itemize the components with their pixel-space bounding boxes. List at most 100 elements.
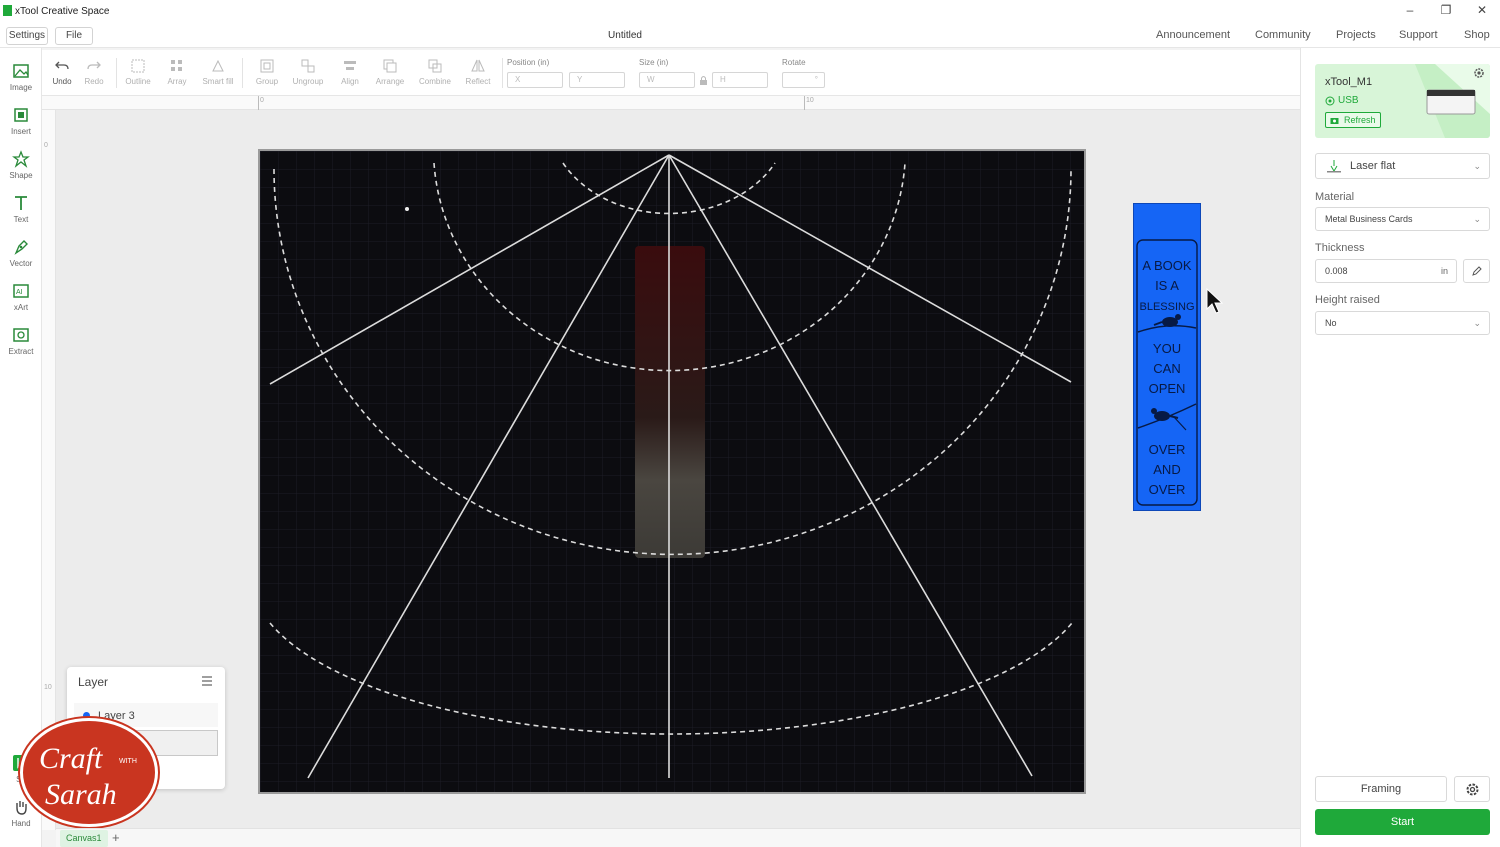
insert-icon bbox=[14, 108, 28, 122]
camera-preview[interactable] bbox=[258, 149, 1086, 794]
restore-button[interactable]: ❐ bbox=[1436, 3, 1456, 17]
bird-on-branch-icon bbox=[1137, 314, 1197, 333]
sidebar-item-shape[interactable]: Shape bbox=[0, 150, 42, 180]
thickness-input[interactable]: 0.008 in bbox=[1315, 259, 1457, 283]
tab-canvas1[interactable]: Canvas1 bbox=[60, 830, 108, 847]
height-raised-select[interactable]: No ⌄ bbox=[1315, 311, 1490, 335]
camera-guides bbox=[260, 151, 1084, 792]
array-button[interactable]: Array bbox=[159, 58, 195, 86]
advanced-settings-button[interactable] bbox=[1454, 776, 1490, 802]
position-y-input[interactable]: Y bbox=[569, 72, 625, 88]
sidebar-label: Insert bbox=[10, 127, 31, 136]
gear-icon bbox=[1466, 783, 1479, 796]
group-button[interactable]: Group bbox=[249, 58, 285, 86]
redo-icon bbox=[87, 61, 101, 70]
sidebar-item-text[interactable]: Text bbox=[0, 194, 42, 224]
outline-icon bbox=[131, 59, 145, 73]
lock-icon[interactable] bbox=[699, 75, 708, 86]
logo-artwork: Craft WITH Sarah bbox=[39, 742, 137, 811]
ungroup-button[interactable]: Ungroup bbox=[290, 58, 326, 86]
sidebar-label: xArt bbox=[13, 303, 29, 312]
thickness-label: Thickness bbox=[1315, 242, 1365, 254]
framing-button[interactable]: Framing bbox=[1315, 776, 1447, 802]
bookmark-line: YOU bbox=[1153, 341, 1181, 356]
group-icon bbox=[260, 59, 274, 73]
ruler-tick-label: 0 bbox=[44, 142, 48, 149]
bird-on-branch-icon bbox=[1137, 403, 1197, 431]
sidebar-item-xart[interactable]: AI xArt bbox=[0, 282, 42, 312]
size-h-input[interactable]: H bbox=[712, 72, 768, 88]
refresh-label: Refresh bbox=[1344, 115, 1376, 125]
settings-button[interactable]: Settings bbox=[6, 27, 48, 45]
position-x-input[interactable]: X bbox=[507, 72, 563, 88]
nav-announcement[interactable]: Announcement bbox=[1156, 29, 1230, 41]
redo-button[interactable]: Redo bbox=[76, 58, 112, 86]
size-w-input[interactable]: W bbox=[639, 72, 695, 88]
sidebar-label: Image bbox=[9, 83, 33, 92]
laser-flat-icon bbox=[1327, 160, 1341, 173]
undo-icon bbox=[55, 61, 69, 70]
text-icon bbox=[15, 196, 27, 210]
nav-support[interactable]: Support bbox=[1399, 29, 1438, 41]
ruler-tick-label: 10 bbox=[44, 684, 52, 691]
reflect-button[interactable]: Reflect bbox=[460, 58, 496, 86]
nav-shop[interactable]: Shop bbox=[1464, 29, 1490, 41]
file-button[interactable]: File bbox=[55, 27, 93, 45]
smart-fill-icon bbox=[212, 59, 224, 72]
device-settings-icon[interactable] bbox=[1473, 67, 1485, 79]
extract-icon bbox=[13, 328, 29, 342]
rotate-input[interactable]: ° bbox=[782, 72, 825, 88]
minimize-button[interactable]: – bbox=[1400, 3, 1420, 17]
align-icon bbox=[344, 61, 356, 70]
ruler-tick-label: 0 bbox=[260, 97, 264, 104]
chevron-down-icon: ⌄ bbox=[1473, 161, 1481, 171]
outline-button[interactable]: Outline bbox=[120, 58, 156, 86]
svg-text:AI: AI bbox=[16, 289, 23, 296]
processing-mode-value: Laser flat bbox=[1350, 160, 1396, 172]
align-button[interactable]: Align bbox=[332, 58, 368, 86]
arrange-icon bbox=[383, 59, 397, 73]
tool-label: Align bbox=[341, 77, 359, 86]
tool-label: Reflect bbox=[465, 77, 491, 86]
position-label: Position (in) bbox=[507, 58, 550, 67]
undo-button[interactable]: Undo bbox=[44, 58, 80, 86]
pen-icon bbox=[14, 240, 28, 255]
canvas-tab-bar: Canvas1 + bbox=[56, 828, 1300, 847]
start-button[interactable]: Start bbox=[1315, 809, 1490, 835]
sidebar-item-vector[interactable]: Vector bbox=[0, 238, 42, 268]
add-canvas-button[interactable]: + bbox=[112, 830, 120, 845]
combine-button[interactable]: Combine bbox=[417, 58, 453, 86]
thickness-value: 0.008 bbox=[1325, 266, 1348, 276]
refresh-button[interactable]: Refresh bbox=[1325, 112, 1381, 128]
bookmark-design[interactable]: A BOOK IS A BLESSING YOU CAN OPEN OVER A… bbox=[1133, 203, 1201, 511]
sidebar-item-insert[interactable]: Insert bbox=[0, 106, 42, 136]
thickness-unit: in bbox=[1440, 266, 1448, 276]
document-title: Untitled bbox=[608, 30, 642, 41]
app-logo-icon bbox=[3, 5, 12, 16]
device-card[interactable]: xTool_M1 USB Refresh bbox=[1315, 64, 1490, 138]
tool-label: Redo bbox=[84, 77, 104, 86]
bookmark-line: AND bbox=[1153, 462, 1180, 477]
ruler-tick bbox=[258, 96, 259, 110]
sidebar-item-image[interactable]: Image bbox=[0, 62, 42, 92]
logo-line1: Craft bbox=[39, 742, 103, 775]
tool-label: Arrange bbox=[375, 77, 405, 86]
device-name: xTool_M1 bbox=[1325, 76, 1373, 88]
craft-with-sarah-logo: Craft WITH Sarah bbox=[20, 718, 158, 827]
smart-fill-button[interactable]: Smart fill bbox=[200, 58, 236, 86]
material-label: Material bbox=[1315, 191, 1355, 203]
bookmark-line: OPEN bbox=[1149, 381, 1186, 396]
sidebar-item-extract[interactable]: Extract bbox=[0, 326, 42, 356]
arrange-button[interactable]: Arrange bbox=[372, 58, 408, 86]
logo-line2: Sarah bbox=[45, 778, 117, 811]
nav-community[interactable]: Community bbox=[1255, 29, 1311, 41]
measure-thickness-button[interactable] bbox=[1463, 259, 1490, 283]
nav-projects[interactable]: Projects bbox=[1336, 29, 1376, 41]
usb-icon bbox=[1325, 96, 1335, 106]
bookmark-line: OVER bbox=[1149, 482, 1186, 497]
connection-type: USB bbox=[1338, 95, 1359, 106]
material-select[interactable]: Metal Business Cards ⌄ bbox=[1315, 207, 1490, 231]
processing-mode-select[interactable]: Laser flat ⌄ bbox=[1315, 153, 1490, 179]
layer-menu-icon[interactable] bbox=[201, 675, 213, 687]
close-button[interactable]: ✕ bbox=[1472, 3, 1492, 17]
